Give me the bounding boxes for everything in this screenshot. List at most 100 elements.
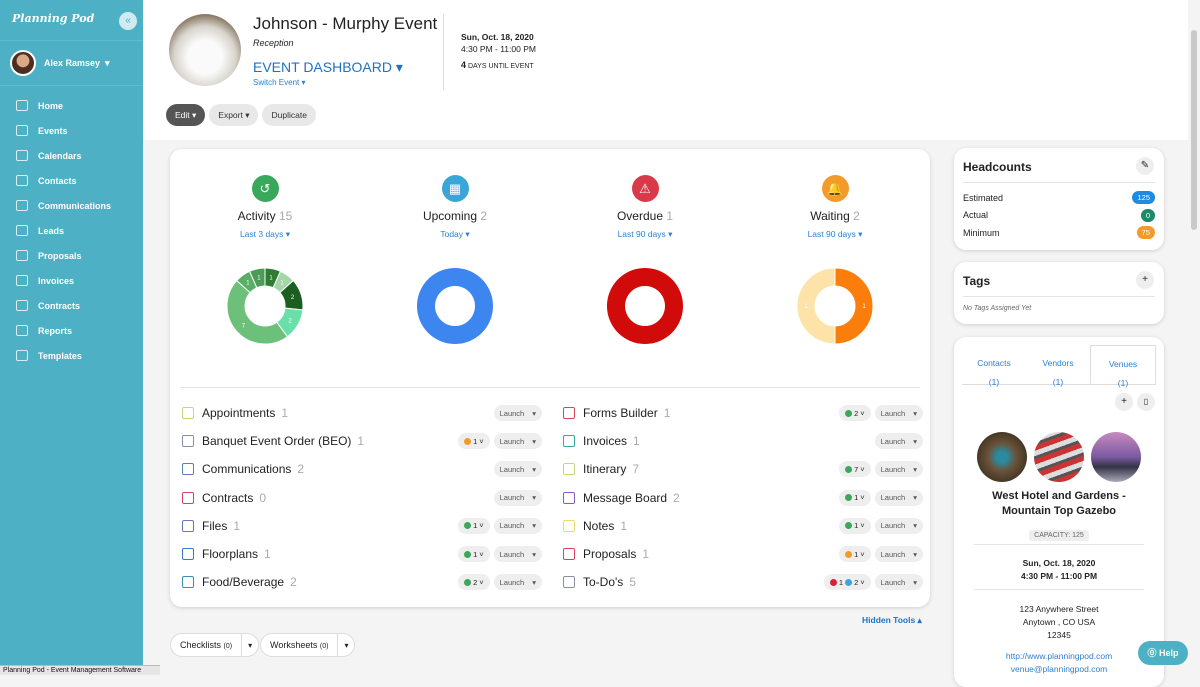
- sidebar-item-communications[interactable]: Communications: [0, 193, 143, 218]
- launch-button[interactable]: Launch ▾: [493, 461, 542, 478]
- launch-button[interactable]: Launch ▾: [874, 461, 923, 478]
- chevron-down-icon[interactable]: ▾: [913, 437, 917, 446]
- tab-contacts[interactable]: Contacts (1): [962, 345, 1026, 387]
- chevron-down-icon[interactable]: ▾: [913, 521, 917, 530]
- tool-name[interactable]: Appointments: [202, 406, 275, 420]
- status-badge[interactable]: 2 ˅: [839, 405, 871, 421]
- scrollbar[interactable]: [1191, 30, 1197, 230]
- stat-range-dropdown[interactable]: Last 3 days ▾: [170, 229, 360, 240]
- status-badge[interactable]: 1 ˅: [839, 489, 871, 506]
- launch-button[interactable]: Launch ▾: [493, 574, 542, 591]
- checklists-button[interactable]: Checklists (0) ▾: [170, 633, 260, 657]
- launch-button[interactable]: Launch ▾: [874, 546, 923, 562]
- sidebar-item-contracts[interactable]: Contracts: [0, 293, 143, 318]
- launch-button[interactable]: Launch ▾: [874, 574, 923, 591]
- chevron-down-icon[interactable]: ▾: [532, 409, 536, 418]
- sidebar-item-proposals[interactable]: Proposals: [0, 243, 143, 268]
- venue-url-link[interactable]: http://www.planningpod.com: [954, 650, 1164, 663]
- status-badge[interactable]: 1 ˅: [458, 433, 490, 450]
- launch-button[interactable]: Launch ▾: [874, 433, 923, 450]
- tool-name[interactable]: Itinerary: [583, 462, 626, 476]
- status-badge[interactable]: 1 2 ˅: [823, 574, 871, 591]
- tool-name[interactable]: Invoices: [583, 434, 627, 448]
- chevron-down-icon[interactable]: ▾: [913, 409, 917, 418]
- tool-name[interactable]: Notes: [583, 519, 614, 533]
- status-badge[interactable]: 7 ˅: [839, 461, 871, 478]
- sidebar-item-contacts[interactable]: Contacts: [0, 168, 143, 193]
- donut-segment[interactable]: [834, 267, 874, 345]
- status-badge[interactable]: 1 ˅: [458, 517, 490, 534]
- tool-name[interactable]: To-Do's: [583, 575, 623, 589]
- status-badge[interactable]: 1 ˅: [458, 546, 490, 562]
- status-badge[interactable]: 1 ˅: [839, 546, 871, 562]
- launch-button[interactable]: Launch ▾: [874, 517, 923, 534]
- tool-name[interactable]: Floorplans: [202, 547, 258, 561]
- status-badge[interactable]: 1 ˅: [839, 517, 871, 534]
- chevron-down-icon[interactable]: ▾: [532, 437, 536, 446]
- venue-photo: [977, 432, 1027, 482]
- event-dashboard-dropdown[interactable]: EVENT DASHBOARD ▾: [253, 59, 403, 76]
- help-button[interactable]: ⓪ Help: [1138, 641, 1188, 665]
- stat-range-dropdown[interactable]: Last 90 days ▾: [550, 229, 740, 240]
- launch-button[interactable]: Launch ▾: [874, 405, 923, 421]
- chevron-down-icon[interactable]: ▾: [338, 641, 354, 650]
- tab-vendors[interactable]: Vendors (1): [1026, 345, 1090, 387]
- chevron-down-icon[interactable]: ▾: [913, 578, 917, 587]
- sidebar-item-calendars[interactable]: Calendars: [0, 143, 143, 168]
- launch-button[interactable]: Launch ▾: [493, 433, 542, 450]
- sidebar-item-leads[interactable]: Leads: [0, 218, 143, 243]
- pencil-icon[interactable]: ✎: [1136, 157, 1154, 175]
- warning-icon[interactable]: ⚠: [631, 175, 659, 202]
- sidebar-item-reports[interactable]: Reports: [0, 318, 143, 343]
- tool-name[interactable]: Food/Beverage: [202, 575, 284, 589]
- tool-name[interactable]: Forms Builder: [583, 406, 658, 420]
- bell-icon[interactable]: 🔔: [821, 175, 849, 202]
- chevron-down-icon[interactable]: ▾: [532, 465, 536, 474]
- collapse-sidebar-icon[interactable]: «: [119, 12, 137, 30]
- launch-button[interactable]: Launch ▾: [493, 489, 542, 506]
- chevron-down-icon[interactable]: ▾: [532, 578, 536, 587]
- tool-name[interactable]: Contracts: [202, 491, 253, 505]
- sidebar-item-events[interactable]: Events: [0, 118, 143, 143]
- sidebar-item-home[interactable]: Home: [0, 93, 143, 118]
- edit-button[interactable]: Edit ▾: [166, 104, 206, 126]
- switch-event-link[interactable]: Switch Event ▾: [253, 78, 305, 87]
- hidden-tools-toggle[interactable]: Hidden Tools ▴: [862, 615, 922, 626]
- launch-button[interactable]: Launch ▾: [874, 489, 923, 506]
- chevron-down-icon[interactable]: ▾: [242, 641, 258, 650]
- chevron-down-icon[interactable]: ▾: [913, 465, 917, 474]
- calendar-icon[interactable]: ▦: [441, 175, 469, 202]
- sidebar-item-invoices[interactable]: Invoices: [0, 268, 143, 293]
- user-menu[interactable]: Alex Ramsey ▾: [0, 40, 143, 86]
- venue-email-link[interactable]: venue@planningpod.com: [954, 663, 1164, 676]
- launch-button[interactable]: Launch ▾: [493, 517, 542, 534]
- donut-segment[interactable]: [606, 268, 683, 344]
- tab-venues[interactable]: Venues (1): [1090, 345, 1156, 388]
- launch-button[interactable]: Launch ▾: [493, 405, 542, 421]
- stat-range-dropdown[interactable]: Today ▾: [360, 229, 550, 240]
- tool-name[interactable]: Proposals: [583, 547, 636, 561]
- duplicate-button[interactable]: Duplicate: [262, 104, 316, 126]
- stat-range-dropdown[interactable]: Last 90 days ▾: [740, 229, 930, 240]
- export-button[interactable]: Export ▾: [209, 104, 259, 126]
- document-icon[interactable]: ▯: [1137, 393, 1155, 411]
- status-badge[interactable]: 2 ˅: [458, 574, 490, 591]
- chevron-down-icon[interactable]: ▾: [913, 493, 917, 502]
- plus-icon[interactable]: +: [1136, 271, 1154, 289]
- tool-name[interactable]: Message Board: [583, 491, 667, 505]
- donut-segment[interactable]: [416, 268, 493, 344]
- days-count: 4: [461, 60, 467, 70]
- plus-icon[interactable]: +: [1115, 393, 1133, 411]
- chevron-down-icon[interactable]: ▾: [532, 550, 536, 559]
- tool-name[interactable]: Communications: [202, 462, 291, 476]
- chevron-down-icon[interactable]: ▾: [913, 550, 917, 559]
- donut-segment[interactable]: [796, 267, 836, 345]
- worksheets-button[interactable]: Worksheets (0) ▾: [260, 633, 356, 657]
- sidebar-item-templates[interactable]: Templates: [0, 343, 143, 368]
- launch-button[interactable]: Launch ▾: [493, 546, 542, 562]
- tool-name[interactable]: Files: [202, 519, 227, 533]
- history-icon[interactable]: ↺: [251, 175, 279, 202]
- chevron-down-icon[interactable]: ▾: [532, 493, 536, 502]
- chevron-down-icon[interactable]: ▾: [532, 521, 536, 530]
- tool-name[interactable]: Banquet Event Order (BEO): [202, 434, 351, 448]
